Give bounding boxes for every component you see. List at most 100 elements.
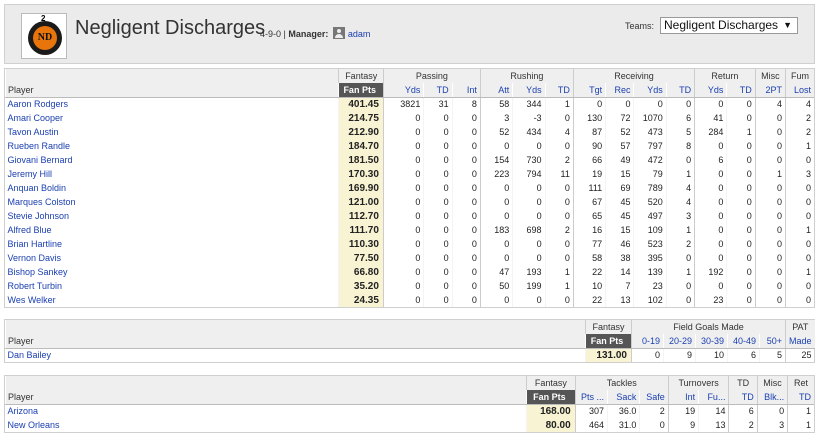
- player-name-link[interactable]: Robert Turbin: [6, 279, 339, 293]
- col-pts-allowed[interactable]: Pts ...: [574, 390, 608, 405]
- col-int[interactable]: Int: [667, 390, 699, 405]
- player-name-link[interactable]: Dan Bailey: [6, 348, 586, 362]
- col-fg-0-19[interactable]: 0-19: [631, 334, 664, 349]
- stat-cell: 77: [572, 237, 606, 251]
- col-rush-td[interactable]: TD: [544, 83, 574, 98]
- table-row: Alfred Blue 111.70 0 0 0 183 698 2 16 15 109 1 0 0 0 1: [6, 223, 814, 237]
- stat-cell: 0: [382, 139, 424, 153]
- stat-cell: 0: [382, 237, 424, 251]
- col-rec-yds[interactable]: Yds: [633, 83, 667, 98]
- col-sack[interactable]: Sack: [607, 390, 640, 405]
- teams-select[interactable]: Negligent Discharges ▼: [660, 17, 798, 34]
- stat-cell: 0: [451, 181, 481, 195]
- stat-cell: 0: [451, 195, 481, 209]
- player-name-link[interactable]: Jeremy Hill: [6, 167, 339, 181]
- col-fum-lost[interactable]: Lost: [785, 83, 814, 98]
- stat-cell: 2: [785, 125, 814, 139]
- stat-cell: 1: [726, 125, 756, 139]
- player-name-link[interactable]: New Orleans: [6, 418, 527, 432]
- player-name-link[interactable]: Alfred Blue: [6, 223, 339, 237]
- stat-cell: 0: [726, 223, 756, 237]
- col-pat-made[interactable]: Made: [785, 334, 815, 349]
- group-fantasy: Fantasy: [338, 69, 384, 83]
- stat-cell: 0: [694, 167, 727, 181]
- col-fan-pts[interactable]: Fan Pts: [526, 390, 576, 405]
- stat-cell: 41: [694, 111, 727, 125]
- fan-pts-cell: 212.90: [338, 125, 384, 139]
- stat-cell: 0: [754, 293, 786, 307]
- player-name-link[interactable]: Bishop Sankey: [6, 265, 339, 279]
- col-td[interactable]: TD: [728, 390, 758, 405]
- table-row: Jeremy Hill 170.30 0 0 0 223 794 11 19 15 79 1 0 0 1 3: [6, 167, 814, 181]
- player-name-link[interactable]: Rueben Randle: [6, 139, 339, 153]
- col-rec-rec[interactable]: Rec: [605, 83, 634, 98]
- player-name-link[interactable]: Anquan Boldin: [6, 181, 339, 195]
- player-name-link[interactable]: Tavon Austin: [6, 125, 339, 139]
- stat-cell: 0: [665, 97, 695, 111]
- stat-cell: 0: [785, 181, 814, 195]
- stat-cell: 50: [479, 279, 513, 293]
- team-logo: ND 2: [21, 13, 67, 59]
- col-ret-yds[interactable]: Yds: [694, 83, 727, 98]
- col-pass-int[interactable]: Int: [451, 83, 481, 98]
- player-name-link[interactable]: Vernon Davis: [6, 251, 339, 265]
- stat-cell: 2: [728, 418, 758, 432]
- group-td: TD: [728, 376, 758, 390]
- stat-cell: 0: [785, 251, 814, 265]
- col-pass-td[interactable]: TD: [423, 83, 453, 98]
- player-name-link[interactable]: Amari Cooper: [6, 111, 339, 125]
- player-name-link[interactable]: Marques Colston: [6, 195, 339, 209]
- table-row: Dan Bailey 131.00 0 9 10 6 5 25: [6, 348, 815, 362]
- stat-cell: 0: [423, 237, 453, 251]
- col-blk[interactable]: Blk...: [756, 390, 788, 405]
- stat-cell: 13: [698, 418, 729, 432]
- player-name-link[interactable]: Arizona: [6, 404, 527, 418]
- col-rush-att[interactable]: Att: [479, 83, 513, 98]
- col-ret-td[interactable]: TD: [726, 83, 756, 98]
- col-safe[interactable]: Safe: [639, 390, 669, 405]
- col-fg-50-plus[interactable]: 50+: [758, 334, 786, 349]
- stat-cell: 0: [423, 223, 453, 237]
- stat-cell: 0: [382, 265, 424, 279]
- table-row: Arizona 168.00 307 36.0 2 19 14 6 0 1: [6, 404, 814, 418]
- col-fum[interactable]: Fu...: [698, 390, 729, 405]
- stat-cell: 0: [726, 111, 756, 125]
- col-rush-yds[interactable]: Yds: [512, 83, 546, 98]
- fan-pts-cell: 401.45: [338, 97, 384, 111]
- col-fg-40-49[interactable]: 40-49: [727, 334, 760, 349]
- player-name-link[interactable]: Aaron Rodgers: [6, 97, 339, 111]
- col-misc-2pt[interactable]: 2PT: [754, 83, 786, 98]
- stat-cell: 0: [631, 348, 664, 362]
- stat-cell: 464: [574, 418, 608, 432]
- defense-body: Arizona 168.00 307 36.0 2 19 14 6 0 1 New Orleans 8…: [6, 404, 814, 432]
- table-row: Robert Turbin 35.20 0 0 0 50 199 1 10 7 23 0 0 0 0 0: [6, 279, 814, 293]
- col-fg-30-39[interactable]: 30-39: [695, 334, 728, 349]
- stat-cell: 1: [665, 223, 695, 237]
- group-misc: Misc: [754, 69, 786, 83]
- col-fg-20-29[interactable]: 20-29: [663, 334, 696, 349]
- fan-pts-cell: 80.00: [526, 418, 576, 432]
- col-rec-tgt[interactable]: Tgt: [572, 83, 606, 98]
- stat-cell: 0: [423, 293, 453, 307]
- fan-pts-cell: 184.70: [338, 139, 384, 153]
- stat-cell: 0: [479, 195, 513, 209]
- col-pass-yds[interactable]: Yds: [382, 83, 424, 98]
- stat-cell: 0: [382, 181, 424, 195]
- stat-cell: 52: [605, 125, 634, 139]
- col-fan-pts[interactable]: Fan Pts: [338, 83, 384, 98]
- manager-link[interactable]: adam: [348, 29, 371, 39]
- player-name-link[interactable]: Wes Welker: [6, 293, 339, 307]
- stat-cell: 1: [787, 404, 814, 418]
- stat-cell: 307: [574, 404, 608, 418]
- stat-cell: 0: [423, 181, 453, 195]
- stat-cell: 0: [756, 404, 788, 418]
- col-player: Player: [4, 390, 527, 405]
- fan-pts-cell: 77.50: [338, 251, 384, 265]
- player-name-link[interactable]: Giovani Bernard: [6, 153, 339, 167]
- stat-cell: 130: [572, 111, 606, 125]
- player-name-link[interactable]: Brian Hartline: [6, 237, 339, 251]
- col-fan-pts[interactable]: Fan Pts: [585, 334, 632, 349]
- col-ret-td[interactable]: TD: [787, 390, 814, 405]
- player-name-link[interactable]: Stevie Johnson: [6, 209, 339, 223]
- col-rec-td[interactable]: TD: [665, 83, 695, 98]
